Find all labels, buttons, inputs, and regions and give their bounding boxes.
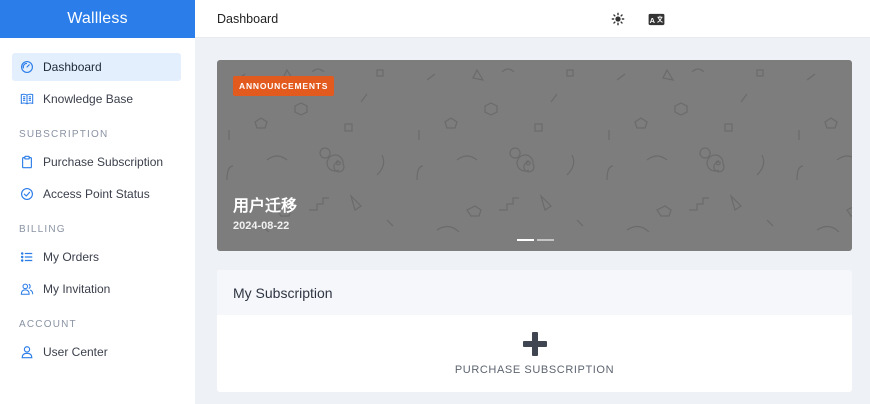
sidebar-item-user-center[interactable]: User Center [12, 338, 181, 366]
section-label-account: ACCOUNT [19, 319, 77, 330]
purchase-subscription-button[interactable]: PURCHASE SUBSCRIPTION [217, 315, 852, 392]
subscription-card: My Subscription PURCHASE SUBSCRIPTION [217, 270, 852, 392]
brand-logo[interactable]: Wallless [0, 0, 195, 38]
sidebar-item-label: Access Point Status [43, 187, 150, 201]
user-icon [19, 344, 35, 360]
sidebar-item-my-invitation[interactable]: My Invitation [12, 275, 181, 303]
plus-icon [522, 331, 547, 356]
sidebar-item-label: My Orders [43, 250, 100, 264]
sidebar: Wallless Dashboard Knowledge Base SUBSCR… [0, 0, 195, 404]
announcements-badge: ANNOUNCEMENTS [233, 76, 335, 96]
section-label-billing: BILLING [19, 224, 66, 235]
list-icon [19, 249, 35, 265]
sidebar-item-label: Purchase Subscription [43, 155, 164, 169]
subscription-card-title: My Subscription [217, 270, 852, 315]
clipboard-icon [19, 154, 35, 170]
announcement-date: 2024-08-22 [233, 220, 290, 232]
users-icon [19, 281, 35, 297]
carousel-indicators [517, 239, 554, 241]
announcement-banner[interactable]: ANNOUNCEMENTS 用户迁移 2024-08-22 [217, 60, 852, 251]
sidebar-item-dashboard[interactable]: Dashboard [12, 53, 181, 81]
sidebar-item-knowledge-base[interactable]: Knowledge Base [12, 85, 181, 113]
sun-icon[interactable] [610, 11, 626, 27]
gauge-icon [19, 59, 35, 75]
svg-text:A: A [649, 15, 655, 24]
sidebar-item-my-orders[interactable]: My Orders [12, 243, 181, 271]
sidebar-item-access-point-status[interactable]: Access Point Status [12, 180, 181, 208]
top-header: Dashboard A [195, 0, 870, 38]
carousel-dot-1[interactable] [517, 239, 534, 241]
sidebar-item-purchase-subscription[interactable]: Purchase Subscription [12, 148, 181, 176]
sidebar-item-label: Dashboard [43, 60, 102, 74]
purchase-subscription-label: PURCHASE SUBSCRIPTION [454, 363, 615, 376]
sidebar-nav: Dashboard Knowledge Base SUBSCRIPTION Pu… [0, 38, 195, 366]
announcement-title: 用户迁移 [233, 198, 298, 215]
carousel-dot-2[interactable] [537, 239, 554, 241]
check-circle-icon [19, 186, 35, 202]
translate-icon[interactable]: A [647, 11, 665, 27]
sidebar-item-label: My Invitation [43, 282, 111, 296]
sidebar-item-label: Knowledge Base [43, 92, 134, 106]
book-icon [19, 91, 35, 107]
section-label-subscription: SUBSCRIPTION [19, 129, 109, 140]
page-title: Dashboard [217, 11, 279, 26]
sidebar-item-label: User Center [43, 345, 108, 359]
